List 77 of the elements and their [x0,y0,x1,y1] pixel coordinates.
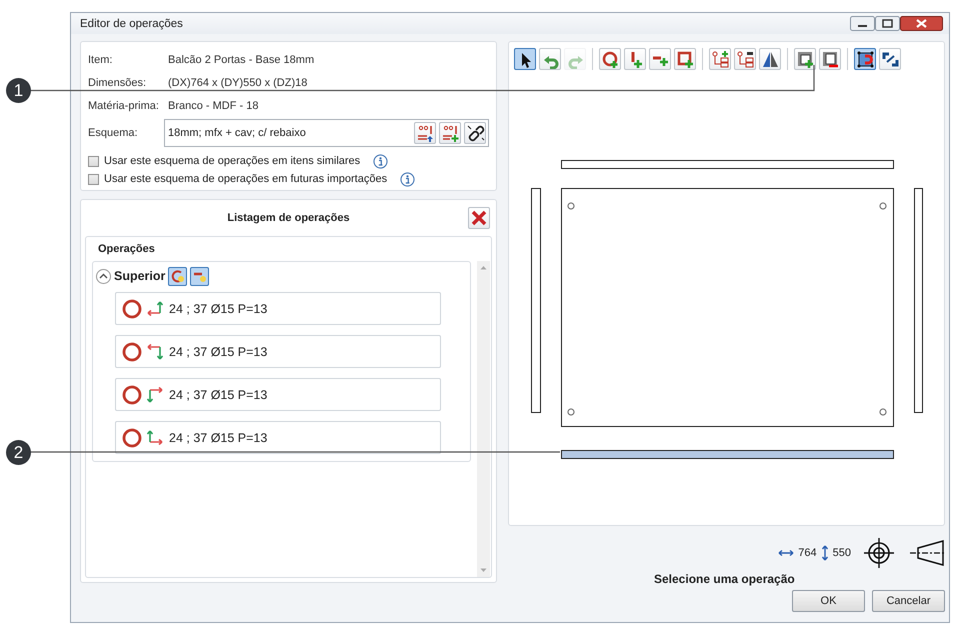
scheme-plus-icon [440,124,460,142]
field-label: Matéria-prima: [88,100,160,112]
expand-icon [880,50,900,68]
icon-button[interactable] [414,122,436,144]
strip-part[interactable] [561,450,894,459]
operation-text: 24 ; 37 Ø15 P=13 [169,344,268,358]
chevron-icon [99,273,108,279]
strip-part[interactable] [914,188,923,413]
operation-text: 24 ; 37 Ø15 P=13 [169,430,268,444]
toolbar-button[interactable] [599,48,621,70]
field-value: Branco - MDF - 18 [168,100,260,112]
square-plus-icon [676,50,694,68]
frame-plus-icon [796,50,814,68]
circle-plus-icon [600,50,620,68]
operation-text: 24 ; 37 Ø15 P=13 [169,388,268,402]
triangle-icon [760,50,780,68]
toolbar-button[interactable] [759,48,781,70]
hole-bulb-icon [170,268,186,284]
toolbar-button[interactable] [649,48,671,70]
width-arrow-icon [778,549,794,557]
toolbar-button[interactable] [709,48,731,70]
operation-item[interactable]: 24 ; 37 Ø15 P=13 [115,378,441,411]
info-icon [400,172,416,186]
dialog-button[interactable]: OK [792,590,865,612]
frame-minus-icon [820,50,840,68]
toolbar-button[interactable] [674,48,696,70]
checkbox[interactable] [88,174,99,184]
width-value: 764 [798,547,817,559]
panel-title: Listagem de operações [227,212,350,224]
toolbar-button[interactable] [879,48,901,70]
group-title: Operações [97,243,156,255]
field-value: (DX)764 x (DY)550 x (DZ)18 [168,76,308,88]
collapse-button[interactable] [96,268,111,284]
window-title: Editor de operações [80,18,183,30]
status-text: Selecione uma operação [654,572,795,586]
field-label: Dimensões: [88,76,148,88]
field-label: Item: [88,54,114,66]
checkbox-label: Usar este esquema de operações em futuras importações [104,173,388,185]
maximize-icon[interactable] [875,16,900,31]
node-plus-icon [710,50,730,68]
operation-item[interactable]: 24 ; 37 Ø15 P=13 [115,335,441,368]
delete-icon [471,210,487,226]
operation-item[interactable]: 24 ; 37 Ø15 P=13 [115,292,441,325]
close-icon[interactable] [900,16,943,31]
scheme-field[interactable]: 18mm; mfx + cav; c/ rebaixo [164,119,489,147]
node-minus-icon [736,50,754,68]
toolbar-button[interactable] [624,48,646,70]
cone-icon[interactable] [909,539,945,567]
callout-badge: 1 [6,78,31,103]
hole-axes-icon [122,298,166,320]
callout-badge: 2 [6,440,31,465]
toolbar-button[interactable] [734,48,756,70]
operation-item[interactable]: 24 ; 37 Ø15 P=13 [115,421,441,454]
magnet-icon [856,50,874,68]
dialog-button[interactable]: Cancelar [872,590,945,612]
toolbar-button[interactable] [819,48,841,70]
icon-button[interactable] [464,122,486,144]
minimize-icon[interactable] [850,16,875,31]
scheme-save-icon [416,124,434,142]
operation-text: 24 ; 37 Ø15 P=13 [169,302,268,316]
toolbar-button[interactable] [854,48,876,70]
height-value: 550 [832,547,851,559]
checkbox-label: Usar este esquema de operações em itens similares [104,155,360,167]
face-name: Superior [114,269,166,283]
field-label: Esquema: [88,127,139,139]
target-icon[interactable] [863,537,895,569]
toolbar-button[interactable] [794,48,816,70]
field-value: Balcão 2 Portas - Base 18mm [168,54,316,66]
hole-axes-icon [122,340,166,362]
broken-link-icon [466,124,484,142]
strip-part[interactable] [531,188,541,413]
toolbar-button[interactable] [514,48,536,70]
delete-button[interactable] [468,207,490,229]
height-arrow-icon [820,545,829,561]
info-icon [373,154,388,168]
checkbox[interactable] [88,156,99,166]
strip-part[interactable] [561,160,894,169]
